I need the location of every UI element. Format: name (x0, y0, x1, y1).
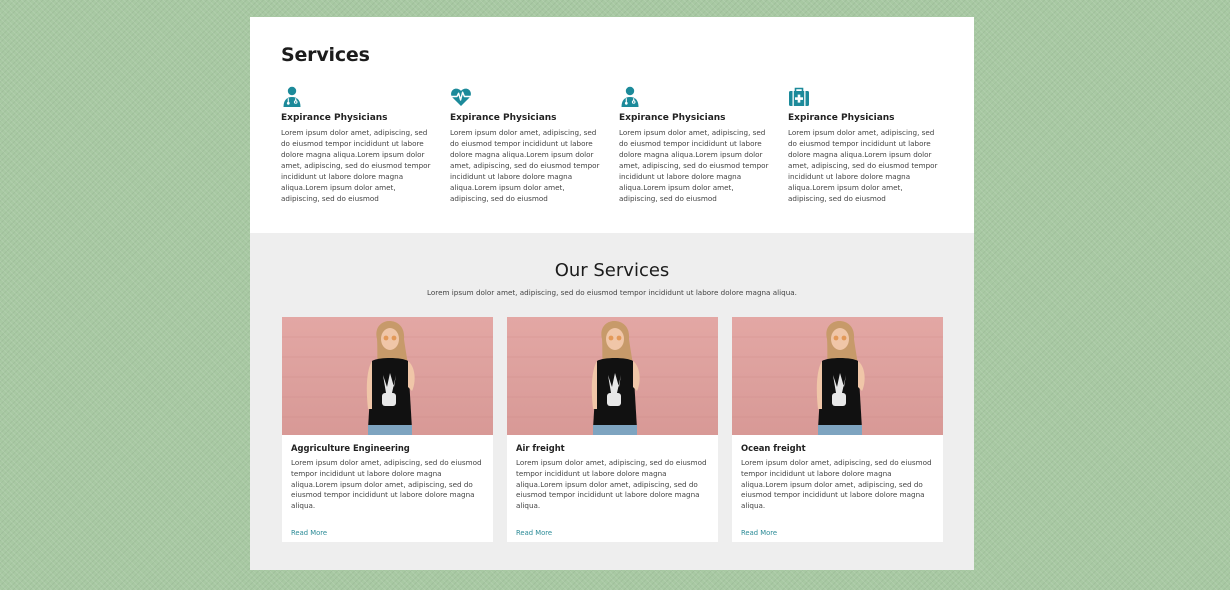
doctor-icon (619, 86, 641, 108)
service-card-title: Ocean freight (741, 443, 806, 453)
our-services-heading: Our Services (554, 260, 670, 281)
service-card-image (282, 317, 493, 435)
feature-description: Lorem ipsum dolor amet, adipiscing, sed … (450, 128, 600, 203)
doctor-icon (281, 86, 303, 108)
read-more-link[interactable]: Read More (291, 529, 327, 537)
service-card-text: Lorem ipsum dolor amet, adipiscing, sed … (291, 458, 482, 511)
feature-item: Expirance Physicians Lorem ipsum dolor a… (450, 86, 605, 204)
service-card: Ocean freight Lorem ipsum dolor amet, ad… (732, 317, 943, 542)
services-section: Services Expirance Physicians Lorem ipsu… (250, 17, 974, 233)
service-card-image (732, 317, 943, 435)
service-card: Aggriculture Engineering Lorem ipsum dol… (282, 317, 493, 542)
feature-item: Expirance Physicians Lorem ipsum dolor a… (619, 86, 774, 204)
services-heading: Services (281, 44, 370, 66)
our-services-subtitle: Lorem ipsum dolor amet, adipiscing, sed … (427, 288, 797, 297)
page-container: Services Expirance Physicians Lorem ipsu… (250, 17, 974, 570)
heartbeat-icon (450, 86, 472, 108)
feature-description: Lorem ipsum dolor amet, adipiscing, sed … (619, 128, 769, 203)
service-card-title: Air freight (516, 443, 565, 453)
feature-title: Expirance Physicians (281, 113, 388, 123)
medical-kit-icon (788, 86, 810, 108)
service-card-title: Aggriculture Engineering (291, 443, 410, 453)
read-more-link[interactable]: Read More (741, 529, 777, 537)
service-card: Air freight Lorem ipsum dolor amet, adip… (507, 317, 718, 542)
feature-title: Expirance Physicians (450, 113, 557, 123)
feature-description: Lorem ipsum dolor amet, adipiscing, sed … (788, 128, 938, 203)
feature-description: Lorem ipsum dolor amet, adipiscing, sed … (281, 128, 431, 203)
our-services-section: Our Services Lorem ipsum dolor amet, adi… (250, 233, 974, 570)
feature-title: Expirance Physicians (619, 113, 726, 123)
feature-item: Expirance Physicians Lorem ipsum dolor a… (281, 86, 436, 204)
service-card-image (507, 317, 718, 435)
service-card-text: Lorem ipsum dolor amet, adipiscing, sed … (741, 458, 932, 511)
feature-title: Expirance Physicians (788, 113, 895, 123)
service-card-text: Lorem ipsum dolor amet, adipiscing, sed … (516, 458, 707, 511)
read-more-link[interactable]: Read More (516, 529, 552, 537)
feature-item: Expirance Physicians Lorem ipsum dolor a… (788, 86, 943, 204)
